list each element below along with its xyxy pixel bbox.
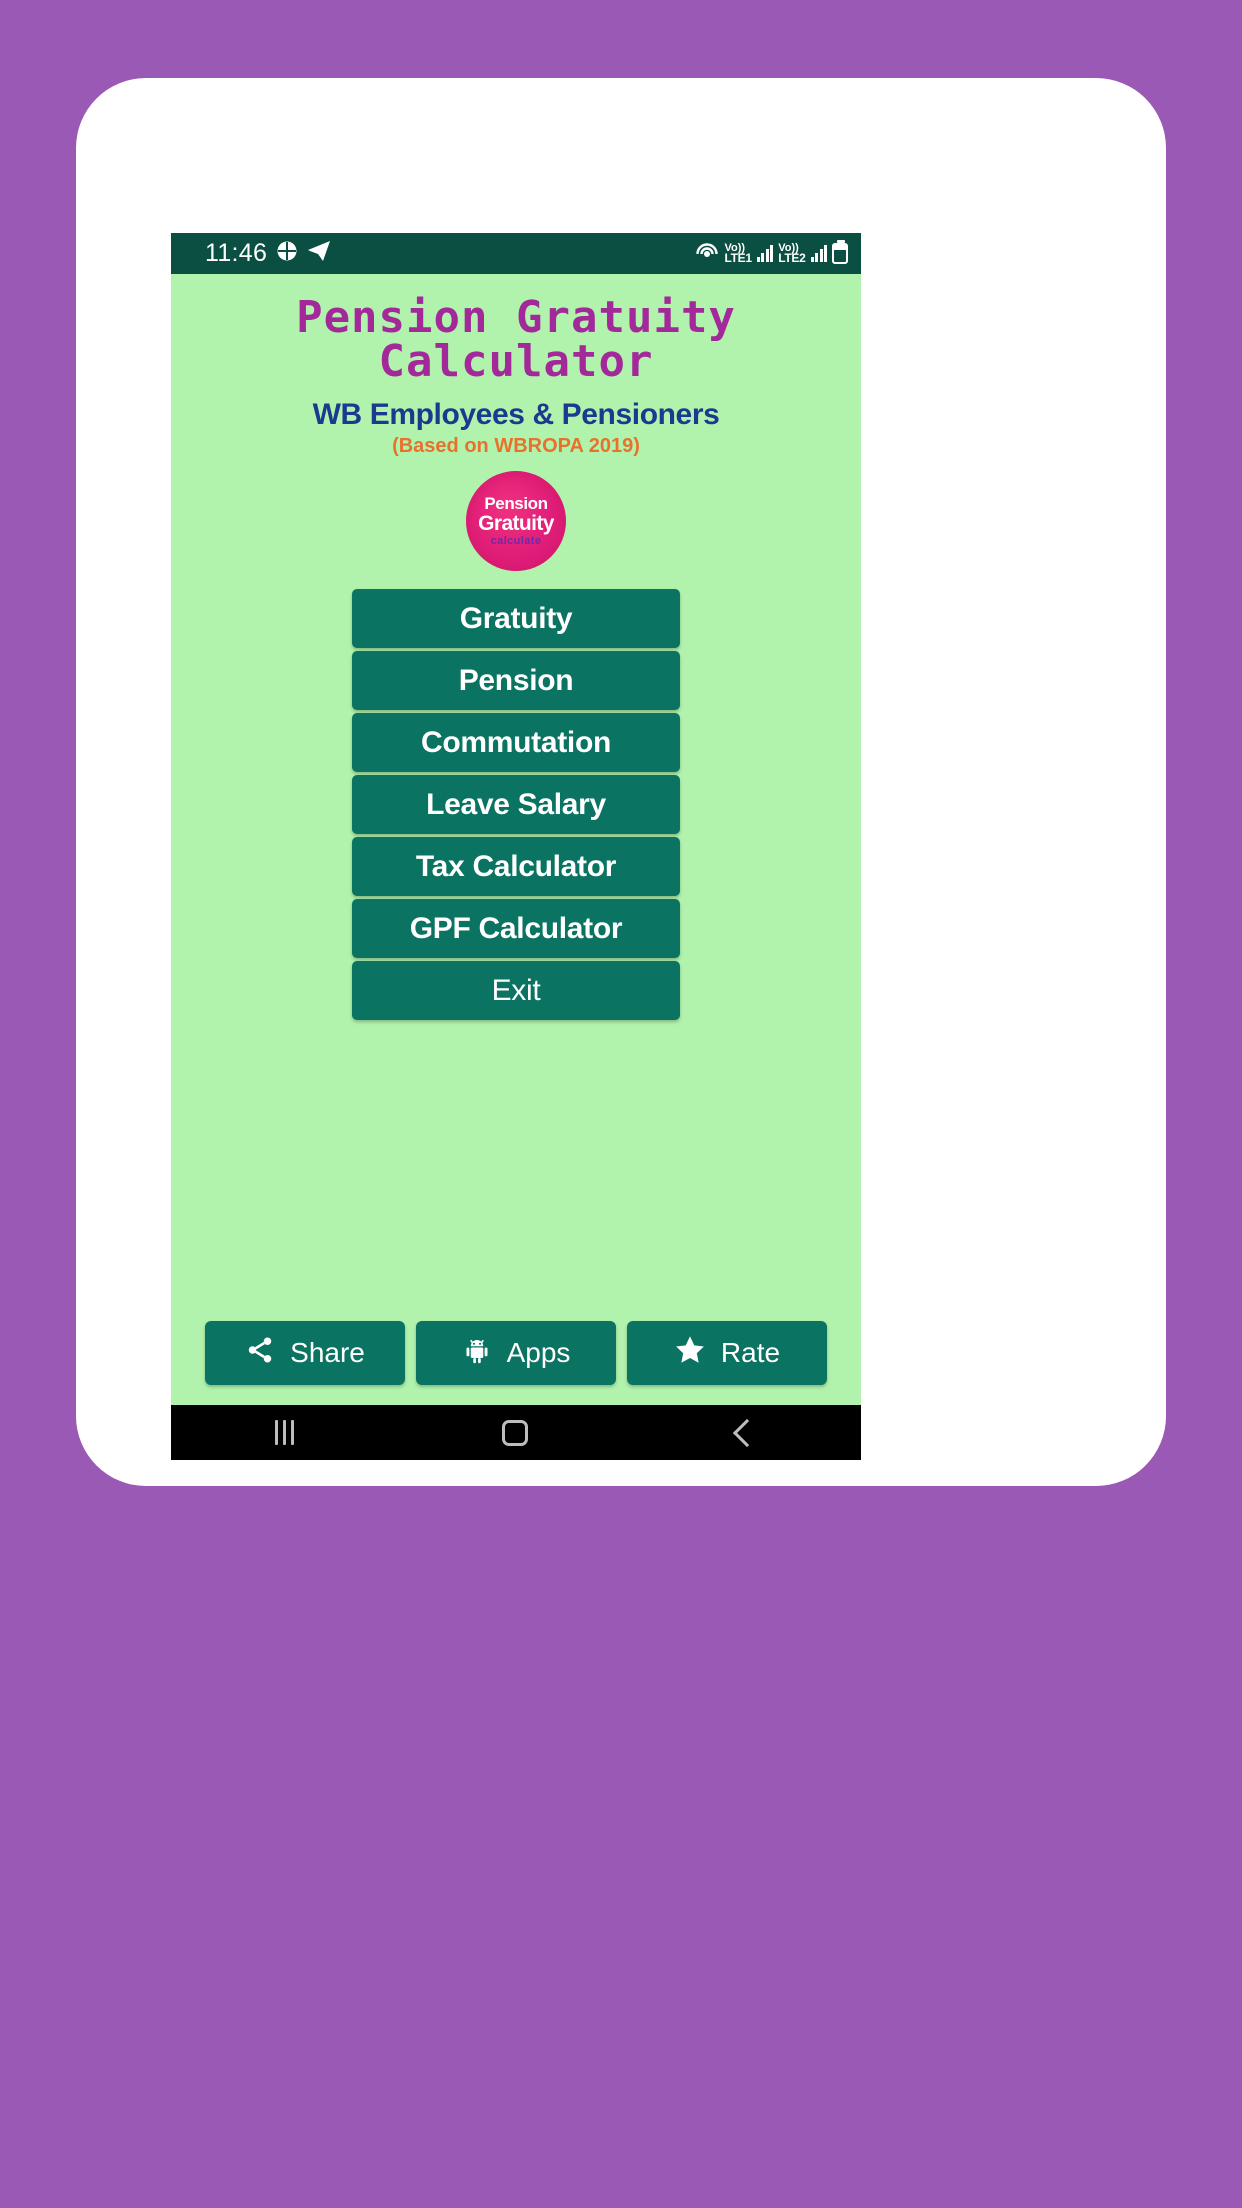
app-logo-line2: Gratuity: [478, 512, 554, 535]
status-bar-clock: 11:46: [205, 239, 268, 267]
telegram-icon: [307, 240, 331, 267]
app-content: Pension Gratuity Calculator WB Employees…: [171, 274, 861, 1405]
android-robot-icon: [462, 1335, 492, 1372]
phone-screen: 11:46 Vo)) LTE1 Vo)) LTE2 Pension Gratui…: [171, 233, 861, 1460]
phone-frame: 11:46 Vo)) LTE1 Vo)) LTE2 Pension Gratui…: [76, 78, 1166, 1486]
menu-button-leave-salary[interactable]: Leave Salary: [352, 775, 680, 834]
share-button-label: Share: [290, 1337, 365, 1368]
status-bar-left: 11:46: [205, 239, 331, 268]
menu-button-exit[interactable]: Exit: [352, 961, 680, 1020]
main-menu: Gratuity Pension Commutation Leave Salar…: [352, 589, 680, 1020]
share-button[interactable]: Share: [205, 1321, 405, 1385]
volte2-icon: Vo)) LTE2: [778, 242, 806, 266]
rate-button[interactable]: Rate: [627, 1321, 827, 1385]
status-bar-right: Vo)) LTE1 Vo)) LTE2: [694, 240, 848, 267]
menu-button-tax-calculator[interactable]: Tax Calculator: [352, 837, 680, 896]
app-badge-icon: [276, 240, 298, 267]
apps-button[interactable]: Apps: [416, 1321, 616, 1385]
menu-button-pension[interactable]: Pension: [352, 651, 680, 710]
signal-bars-2-icon: [810, 245, 827, 262]
menu-button-commutation[interactable]: Commutation: [352, 713, 680, 772]
hotspot-icon: [694, 240, 720, 267]
rate-button-label: Rate: [720, 1337, 781, 1368]
app-logo: Pension Gratuity calculate: [466, 471, 566, 571]
battery-icon: [832, 240, 848, 264]
volte2-bottom-label: LTE2: [778, 251, 806, 266]
app-logo-wrapper: Pension Gratuity calculate: [171, 471, 861, 571]
share-icon: [245, 1335, 275, 1372]
app-logo-line1: Pension: [484, 494, 548, 513]
volte1-icon: Vo)) LTE1: [724, 242, 753, 266]
app-logo-line3: calculate: [490, 535, 542, 547]
page-title: Pension Gratuity Calculator: [296, 292, 736, 387]
signal-bars-1-icon: [756, 245, 774, 262]
apps-button-label: Apps: [506, 1337, 571, 1368]
volte1-bottom-label: LTE1: [724, 251, 753, 266]
star-icon: [674, 1334, 706, 1373]
status-bar: 11:46 Vo)) LTE1 Vo)) LTE2: [171, 233, 861, 274]
page-basis-note: (Based on WBROPA 2019): [392, 435, 640, 457]
android-nav-bar: [171, 1405, 861, 1460]
recents-icon[interactable]: [275, 1420, 295, 1445]
menu-button-gratuity[interactable]: Gratuity: [352, 589, 680, 648]
menu-button-gpf-calculator[interactable]: GPF Calculator: [352, 899, 680, 958]
page-subtitle: WB Employees & Pensioners: [312, 398, 720, 431]
home-icon[interactable]: [502, 1419, 529, 1446]
back-icon[interactable]: [732, 1418, 761, 1447]
bottom-action-bar: Share Apps Rate: [171, 1321, 861, 1385]
